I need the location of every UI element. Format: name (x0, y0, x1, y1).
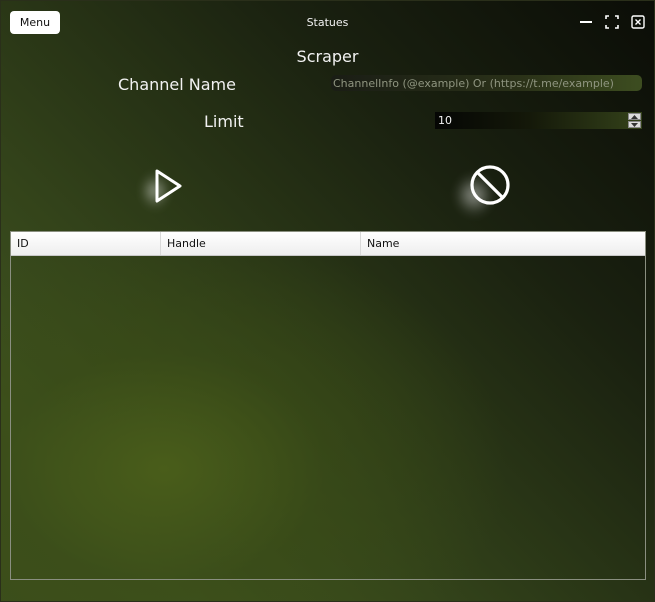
table-body (11, 256, 645, 580)
limit-spin-buttons (628, 113, 641, 128)
start-button[interactable] (152, 168, 186, 208)
window-controls (579, 15, 645, 29)
spin-up-icon[interactable] (628, 113, 641, 120)
channel-name-input[interactable] (331, 75, 642, 91)
window-title: Statues (306, 16, 349, 29)
stop-button[interactable] (467, 162, 513, 212)
table-header: ID Handle Name (11, 232, 645, 256)
limit-label: Limit (204, 112, 244, 131)
channel-name-label: Channel Name (118, 75, 236, 94)
block-icon (470, 165, 510, 205)
play-icon (155, 169, 182, 203)
spin-down-icon[interactable] (628, 121, 641, 128)
column-header-handle[interactable]: Handle (161, 232, 361, 255)
close-icon[interactable] (631, 15, 645, 29)
limit-spinbox[interactable]: 10 (435, 112, 642, 129)
maximize-icon[interactable] (605, 15, 619, 29)
page-heading: Scraper (296, 47, 359, 66)
app-window: Menu Statues Scraper Channel Name Limit … (0, 0, 655, 602)
column-header-name[interactable]: Name (361, 232, 645, 255)
results-table[interactable]: ID Handle Name (10, 231, 646, 580)
minimize-icon[interactable] (579, 15, 593, 29)
limit-value[interactable]: 10 (438, 114, 452, 127)
column-header-id[interactable]: ID (11, 232, 161, 255)
